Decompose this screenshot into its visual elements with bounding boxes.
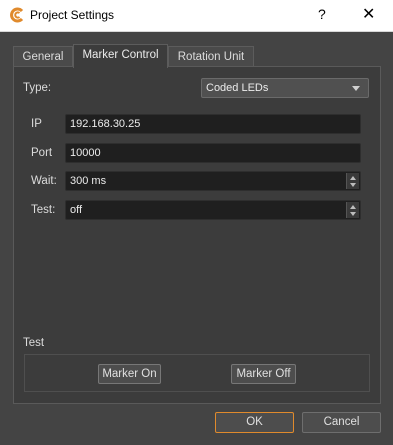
spin-up-icon[interactable] <box>350 176 356 180</box>
ok-button[interactable]: OK <box>215 412 294 433</box>
ip-field-box <box>65 114 361 134</box>
test-group-box: Marker On Marker Off <box>24 354 370 392</box>
help-button[interactable]: ? <box>318 6 326 22</box>
chevron-down-icon <box>352 86 360 91</box>
test-label: Test: <box>31 204 56 216</box>
test-spinbox[interactable] <box>66 201 360 219</box>
window-title: Project Settings <box>30 8 115 22</box>
cancel-button[interactable]: Cancel <box>302 412 381 433</box>
spin-up-icon[interactable] <box>350 205 356 209</box>
marker-on-button[interactable]: Marker On <box>98 364 161 384</box>
port-input[interactable] <box>66 144 360 162</box>
wait-spinbox[interactable] <box>66 172 360 190</box>
close-button[interactable]: ✕ <box>362 4 375 24</box>
port-field-box <box>65 143 361 163</box>
wait-label: Wait: <box>31 175 57 187</box>
wait-field-box <box>65 171 361 191</box>
spin-down-icon[interactable] <box>350 212 356 216</box>
type-dropdown[interactable]: Coded LEDs <box>201 78 369 98</box>
app-logo-icon <box>10 7 24 23</box>
title-bar: Project Settings ? ✕ <box>0 0 393 32</box>
port-label: Port <box>31 147 53 159</box>
ip-label: IP <box>31 118 42 130</box>
test-spin-buttons[interactable] <box>346 202 359 218</box>
type-label: Type: <box>23 82 52 94</box>
tab-rotation-unit[interactable]: Rotation Unit <box>168 46 254 67</box>
test-group-title: Test <box>23 337 45 349</box>
tab-marker-control[interactable]: Marker Control <box>73 44 168 68</box>
marker-off-button[interactable]: Marker Off <box>231 364 296 384</box>
wait-spin-buttons[interactable] <box>346 173 359 189</box>
spin-down-icon[interactable] <box>350 183 356 187</box>
test-field-box <box>65 200 361 220</box>
marker-control-panel: Type: Coded LEDs IP Port Wait: Test: Tes… <box>13 66 381 404</box>
type-dropdown-value: Coded LEDs <box>206 82 269 94</box>
ip-input[interactable] <box>66 115 360 133</box>
tab-general[interactable]: General <box>13 46 73 67</box>
